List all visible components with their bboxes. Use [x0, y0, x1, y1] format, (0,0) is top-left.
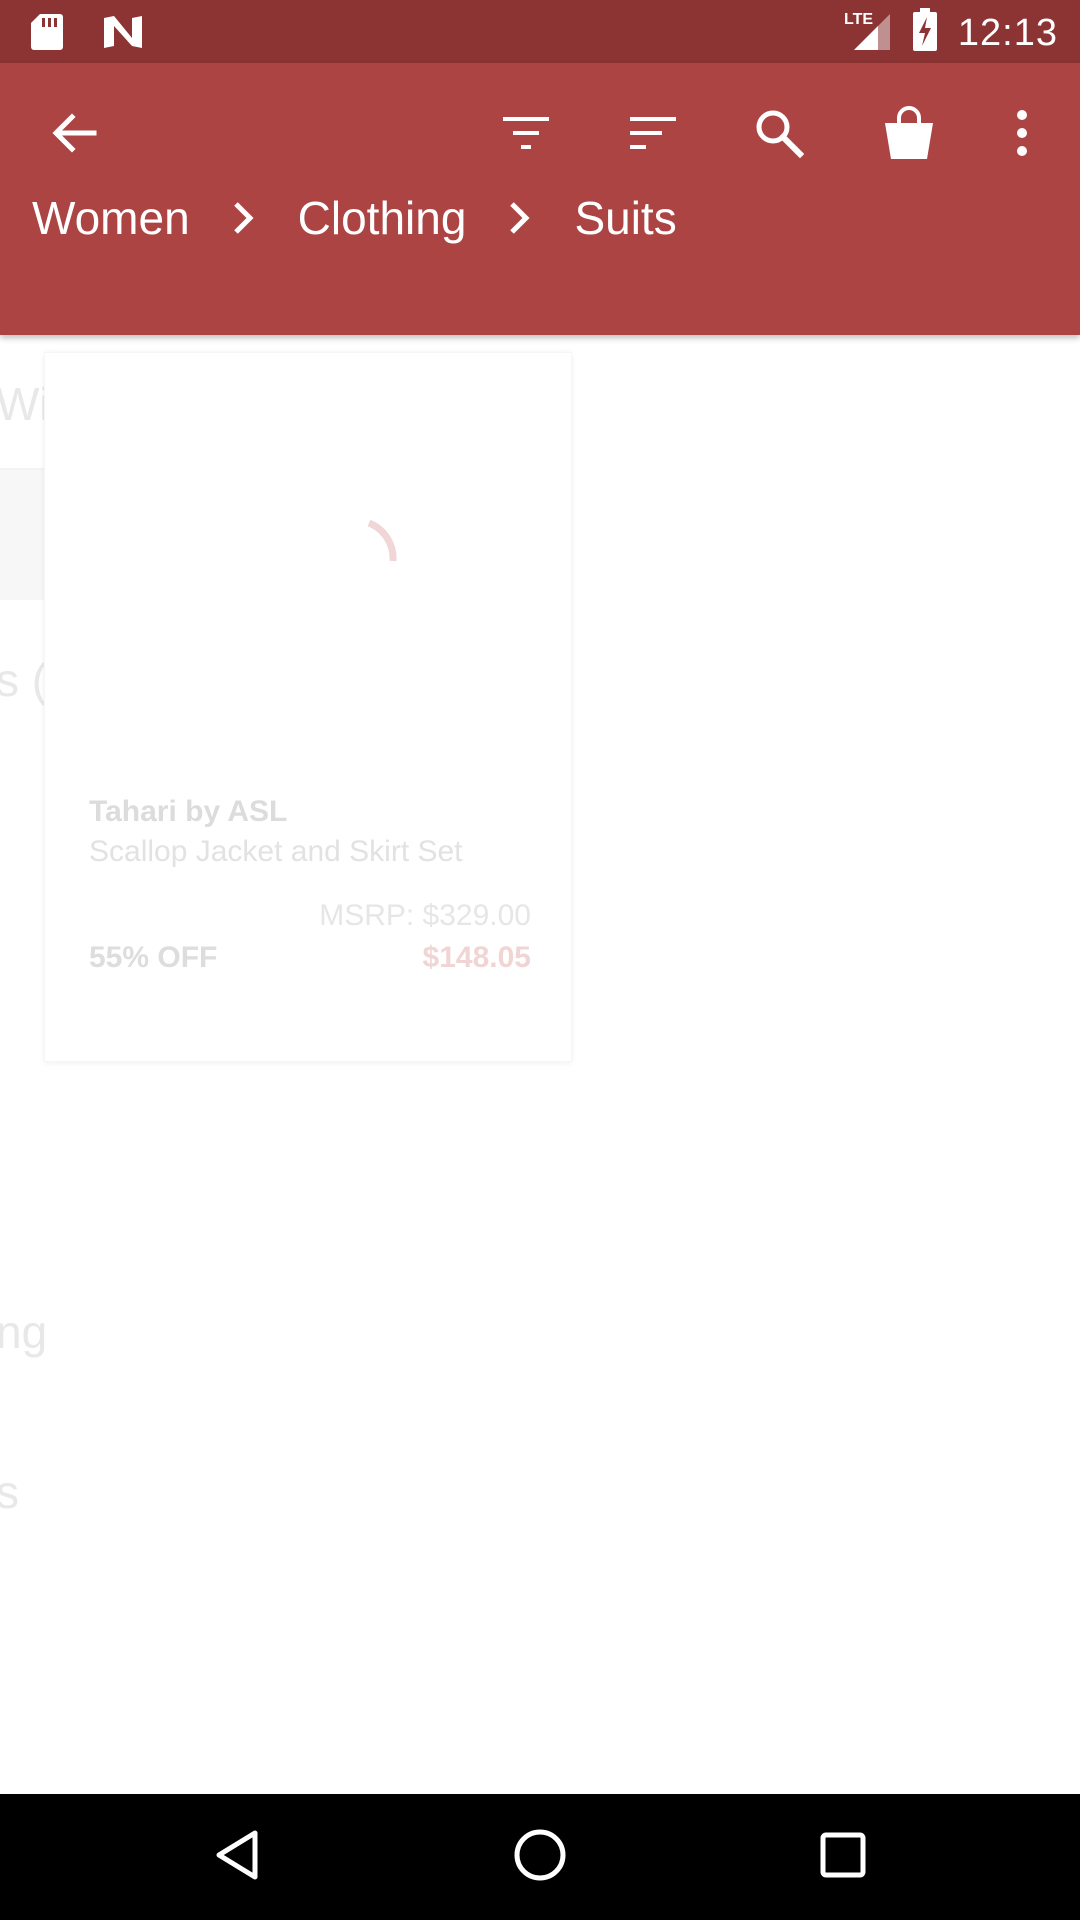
breadcrumb-item-clothing[interactable]: Clothing [298, 191, 467, 245]
shopping-bag-button[interactable] [869, 95, 949, 175]
nav-home-button[interactable] [495, 1812, 585, 1902]
back-button[interactable] [34, 95, 114, 175]
sort-icon [628, 113, 678, 158]
more-vert-icon [1014, 109, 1030, 162]
screen: LTE 12:13 Women Clothing Suits Wi s (ng… [0, 0, 1080, 1920]
status-time: 12:13 [957, 11, 1058, 54]
product-discount: 55% OFF [89, 941, 218, 974]
filter-button[interactable] [486, 95, 566, 175]
n-logo-icon [102, 14, 144, 55]
product-msrp: MSRP: $329.00 [319, 899, 531, 932]
search-button[interactable] [739, 95, 819, 175]
product-price: $148.05 [422, 941, 531, 974]
chevron-right-icon [214, 200, 274, 236]
recents-square-icon [818, 1830, 868, 1885]
navigation-bar [0, 1794, 1080, 1920]
lte-signal-icon: LTE [844, 8, 892, 57]
background-text-fragment: s ( [0, 654, 48, 706]
background-text-fragment: Wi [0, 378, 50, 430]
back-triangle-icon [209, 1827, 265, 1888]
sort-button[interactable] [613, 95, 693, 175]
shopping-bag-icon [881, 105, 937, 166]
breadcrumb-item-women[interactable]: Women [32, 191, 190, 245]
back-arrow-icon [50, 109, 98, 162]
status-bar: LTE 12:13 [0, 0, 1080, 63]
breadcrumb-item-suits: Suits [574, 192, 677, 244]
search-icon [754, 108, 805, 163]
product-card[interactable]: Tahari by ASL Scallop Jacket and Skirt S… [44, 352, 572, 1062]
app-bar: Women Clothing Suits [0, 63, 1080, 335]
home-circle-icon [512, 1827, 568, 1888]
product-name: Scallop Jacket and Skirt Set [89, 835, 463, 868]
filter-icon [501, 113, 551, 158]
chevron-right-icon [490, 200, 550, 236]
more-options-button[interactable] [982, 95, 1062, 175]
background-text-fragment: ng [0, 1306, 48, 1358]
battery-charging-icon [912, 8, 938, 57]
loading-spinner-icon [315, 511, 415, 611]
breadcrumb: Women Clothing Suits [32, 178, 677, 258]
product-brand: Tahari by ASL [89, 795, 288, 828]
background-text-fragment: s [0, 1466, 19, 1518]
nav-back-button[interactable] [192, 1812, 282, 1902]
nav-recents-button[interactable] [798, 1812, 888, 1902]
svg-text:LTE: LTE [844, 11, 873, 28]
sd-card-icon [30, 12, 64, 57]
